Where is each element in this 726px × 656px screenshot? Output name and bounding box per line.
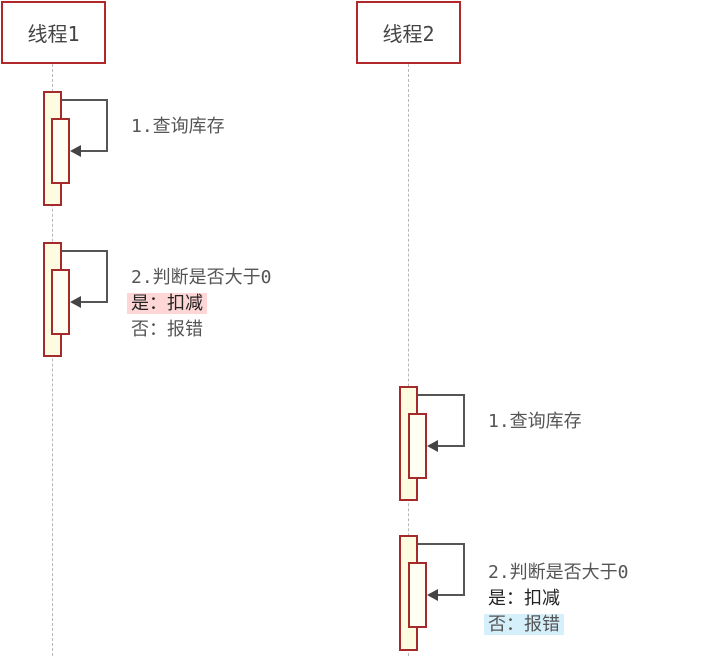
t2-step2-yes: 是：扣减 <box>488 588 560 609</box>
t1-arrowhead-1 <box>70 145 81 157</box>
t2-step2-title: 2.判断是否大于0 <box>488 562 629 583</box>
t1-arrowhead-2 <box>70 296 81 308</box>
t2-step1-text: 1.查询库存 <box>488 411 582 432</box>
t1-self-arrow-2 <box>62 250 108 303</box>
t1-step2-note: 2.判断是否大于0 是：扣减 否：报错 <box>127 265 272 343</box>
t2-arrowhead-1 <box>427 440 438 452</box>
t1-step1-text: 1.查询库存 <box>131 116 225 137</box>
self-call-arrows <box>62 99 465 601</box>
t1-step2-title: 2.判断是否大于0 <box>131 267 272 288</box>
t1-step1-note: 1.查询库存 <box>131 114 225 140</box>
t2-step2-no: 否：报错 <box>484 614 564 635</box>
t2-step1-note: 1.查询库存 <box>488 409 582 435</box>
t1-self-arrow-1 <box>62 99 108 152</box>
t2-arrowhead-2 <box>427 589 438 601</box>
t1-step2-no: 否：报错 <box>131 319 203 340</box>
t1-step2-yes: 是：扣减 <box>127 293 207 314</box>
t2-self-arrow-2 <box>418 543 465 596</box>
t2-step2-note: 2.判断是否大于0 是：扣减 否：报错 <box>484 560 629 638</box>
t2-self-arrow-1 <box>418 394 465 447</box>
